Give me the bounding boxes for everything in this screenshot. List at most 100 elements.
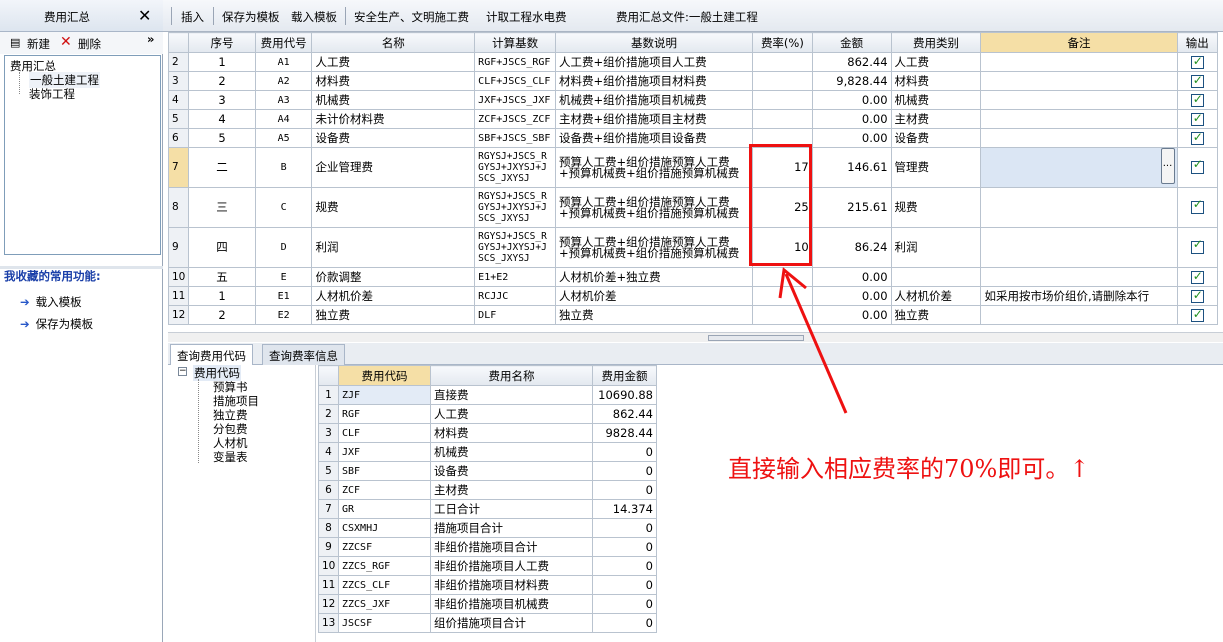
cell-fee-amount[interactable]: 0 <box>592 575 657 595</box>
table-row[interactable]: 9 ZZCSF 非组价措施项目合计 0 <box>318 537 657 557</box>
output-checkbox[interactable] <box>1190 199 1204 214</box>
output-checkbox[interactable] <box>1190 307 1204 322</box>
cell-category[interactable]: 管理费 <box>890 147 982 188</box>
table-row[interactable]: 8 三 C 规费 RGYSJ+JSCS_RGYSJ+JXYSJ+JSCS_JXYSJ 预算… <box>168 187 1218 228</box>
cell-remark[interactable] <box>980 227 1178 268</box>
table-row[interactable]: 4 JXF 机械费 0 <box>318 442 657 462</box>
cell-desc[interactable]: 人工费+组价措施项目人工费 <box>555 52 754 72</box>
cell-fee-amount[interactable]: 0 <box>592 480 657 500</box>
output-checkbox[interactable] <box>1190 239 1204 254</box>
cell-fee-name[interactable]: 工日合计 <box>430 499 593 519</box>
cell-desc[interactable]: 设备费+组价措施项目设备费 <box>555 128 754 148</box>
new-icon[interactable]: ▤ <box>10 36 20 49</box>
cell-rate[interactable] <box>752 90 813 110</box>
code-tree-item[interactable]: 变量表 <box>213 449 248 465</box>
cell-remark[interactable] <box>980 267 1178 287</box>
table-row[interactable]: 3 CLF 材料费 9828.44 <box>318 423 657 443</box>
col-header-output[interactable]: 输出 <box>1176 32 1218 53</box>
cell-base[interactable]: CLF+JSCS_CLF <box>474 71 557 91</box>
cell-fee-amount[interactable]: 14.374 <box>592 499 657 519</box>
cell-base[interactable]: DLF <box>474 305 557 325</box>
table-row[interactable]: 9 四 D 利润 RGYSJ+JSCS_RGYSJ+JXYSJ+JSCS_JXYSJ 预算… <box>168 227 1218 268</box>
cell-rate[interactable] <box>752 71 813 91</box>
cell-fee-code[interactable]: GR <box>338 499 431 519</box>
cell-name[interactable]: 未计价材料费 <box>311 109 476 129</box>
cell-remark[interactable]: ... <box>980 147 1178 188</box>
cell-fee-name[interactable]: 非组价措施项目机械费 <box>430 594 593 614</box>
output-checkbox[interactable] <box>1190 92 1204 107</box>
cell-fee-amount[interactable]: 0 <box>592 442 657 462</box>
cell-remark[interactable] <box>980 71 1178 91</box>
table-row[interactable]: 7 二 B 企业管理费 RGYSJ+JSCS_RGYSJ+JXYSJ+JSCS_JXYS… <box>168 147 1218 188</box>
output-checkbox[interactable] <box>1190 269 1204 284</box>
cell-category[interactable]: 独立费 <box>890 305 982 325</box>
cell-base[interactable]: RGF+JSCS_RGF <box>474 52 557 72</box>
cell-seq[interactable]: 1 <box>188 52 256 72</box>
cell-code[interactable]: A4 <box>254 109 313 129</box>
cell-category[interactable]: 材料费 <box>890 71 982 91</box>
table-row[interactable]: 12 2 E2 独立费 DLF 独立费 0.00 独立费 <box>168 305 1218 325</box>
table-row[interactable]: 11 ZZCS_CLF 非组价措施项目材料费 0 <box>318 575 657 595</box>
cell-base[interactable]: RGYSJ+JSCS_RGYSJ+JXYSJ+JSCS_JXYSJ <box>474 147 557 188</box>
cell-category[interactable]: 主材费 <box>890 109 982 129</box>
cell-fee-amount[interactable]: 0 <box>592 461 657 481</box>
cell-base[interactable]: RGYSJ+JSCS_RGYSJ+JXYSJ+JSCS_JXYSJ <box>474 187 557 228</box>
cell-desc[interactable]: 人材机价差+独立费 <box>555 267 754 287</box>
collapse-icon[interactable]: » <box>147 32 154 46</box>
cell-amount[interactable]: 0.00 <box>811 109 892 129</box>
cell-fee-name[interactable]: 非组价措施项目人工费 <box>430 556 593 576</box>
output-checkbox[interactable] <box>1190 73 1204 88</box>
table-row[interactable]: 2 RGF 人工费 862.44 <box>318 404 657 424</box>
cell-base[interactable]: SBF+JSCS_SBF <box>474 128 557 148</box>
cell-fee-code[interactable]: ZZCSF <box>338 537 431 557</box>
cell-fee-code[interactable]: CLF <box>338 423 431 443</box>
cell-remark[interactable] <box>980 109 1178 129</box>
cell-category[interactable]: 规费 <box>890 187 982 228</box>
cell-seq[interactable]: 3 <box>188 90 256 110</box>
cell-remark[interactable] <box>980 128 1178 148</box>
cell-category[interactable] <box>890 267 982 287</box>
new-button[interactable]: 新建 <box>27 36 50 52</box>
cell-amount[interactable]: 215.61 <box>811 187 892 228</box>
table-row[interactable]: 7 GR 工日合计 14.374 <box>318 499 657 519</box>
cell-desc[interactable]: 机械费+组价措施项目机械费 <box>555 90 754 110</box>
cell-fee-name[interactable]: 措施项目合计 <box>430 518 593 538</box>
cell-remark[interactable] <box>980 52 1178 72</box>
cell-fee-code[interactable]: RGF <box>338 404 431 424</box>
ellipsis-button[interactable]: ... <box>1160 148 1175 184</box>
col-header-base[interactable]: 计算基数 <box>474 32 557 53</box>
output-checkbox[interactable] <box>1190 54 1204 69</box>
favorite-save-template[interactable]: ➔ 保存为模板 <box>20 316 93 332</box>
cell-amount[interactable]: 0.00 <box>811 90 892 110</box>
table-row[interactable]: 5 4 A4 未计价材料费 ZCF+JSCS_ZCF 主材费+组价措施项目主材费 0.00 主… <box>168 109 1218 129</box>
cell-code[interactable]: A5 <box>254 128 313 148</box>
collapse-icon[interactable]: − <box>178 367 187 376</box>
cell-seq[interactable]: 5 <box>188 128 256 148</box>
cell-category[interactable]: 机械费 <box>890 90 982 110</box>
cell-base[interactable]: ZCF+JSCS_ZCF <box>474 109 557 129</box>
cell-fee-name[interactable]: 人工费 <box>430 404 593 424</box>
close-icon[interactable]: ✕ <box>138 6 151 25</box>
cell-category[interactable]: 利润 <box>890 227 982 268</box>
cell-base[interactable]: RGYSJ+JSCS_RGYSJ+JXYSJ+JSCS_JXYSJ <box>474 227 557 268</box>
cell-name[interactable]: 独立费 <box>311 305 476 325</box>
cell-fee-amount[interactable]: 0 <box>592 518 657 538</box>
output-checkbox[interactable] <box>1190 159 1204 174</box>
col-header-category[interactable]: 费用类别 <box>890 32 982 53</box>
cell-code[interactable]: E1 <box>254 286 313 306</box>
delete-button[interactable]: 删除 <box>78 36 101 52</box>
cell-name[interactable]: 设备费 <box>311 128 476 148</box>
cell-seq[interactable]: 2 <box>188 71 256 91</box>
cell-fee-name[interactable]: 非组价措施项目材料费 <box>430 575 593 595</box>
horizontal-scrollbar[interactable] <box>168 332 1223 342</box>
tree-item-decoration[interactable]: 装饰工程 <box>29 86 75 102</box>
cell-desc[interactable]: 人材机价差 <box>555 286 754 306</box>
col-header-code[interactable]: 费用代号 <box>254 32 313 53</box>
cell-fee-name[interactable]: 设备费 <box>430 461 593 481</box>
cell-code[interactable]: C <box>254 187 313 228</box>
cell-desc[interactable]: 预算人工费+组价措施预算人工费+预算机械费+组价措施预算机械费 <box>555 227 754 268</box>
cell-code[interactable]: A1 <box>254 52 313 72</box>
cell-desc[interactable]: 材料费+组价措施项目材料费 <box>555 71 754 91</box>
table-row[interactable]: 6 5 A5 设备费 SBF+JSCS_SBF 设备费+组价措施项目设备费 0.00 设备费 <box>168 128 1218 148</box>
cell-fee-code[interactable]: ZZCS_CLF <box>338 575 431 595</box>
